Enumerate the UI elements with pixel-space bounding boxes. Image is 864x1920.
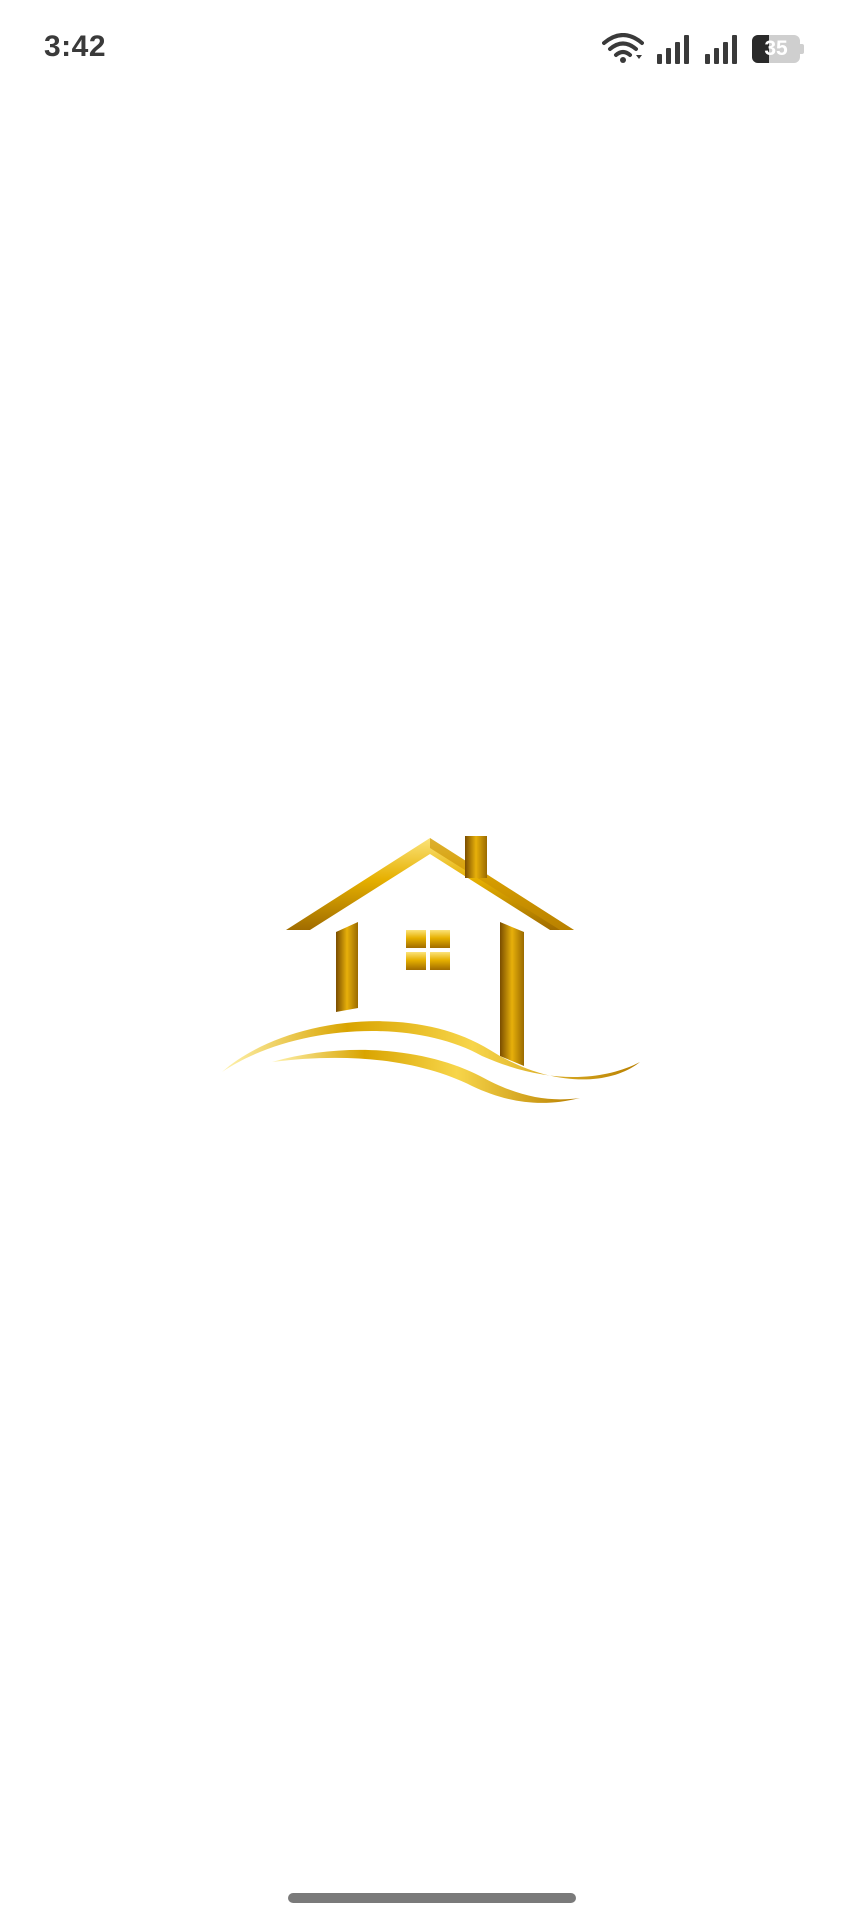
- signal-icon: [656, 34, 692, 64]
- battery-icon: 35: [752, 35, 804, 63]
- status-bar: 3:42 35: [0, 0, 864, 100]
- splash-screen: 3:42 35: [0, 0, 864, 1920]
- home-indicator[interactable]: [288, 1893, 576, 1903]
- house-logo-icon: [220, 830, 640, 1110]
- wifi-icon: [602, 33, 644, 65]
- status-time: 3:42: [44, 30, 107, 63]
- battery-tip: [800, 44, 804, 54]
- status-icons: 35: [602, 32, 804, 66]
- signal-icon: [704, 34, 740, 64]
- battery-level: 35: [764, 37, 788, 60]
